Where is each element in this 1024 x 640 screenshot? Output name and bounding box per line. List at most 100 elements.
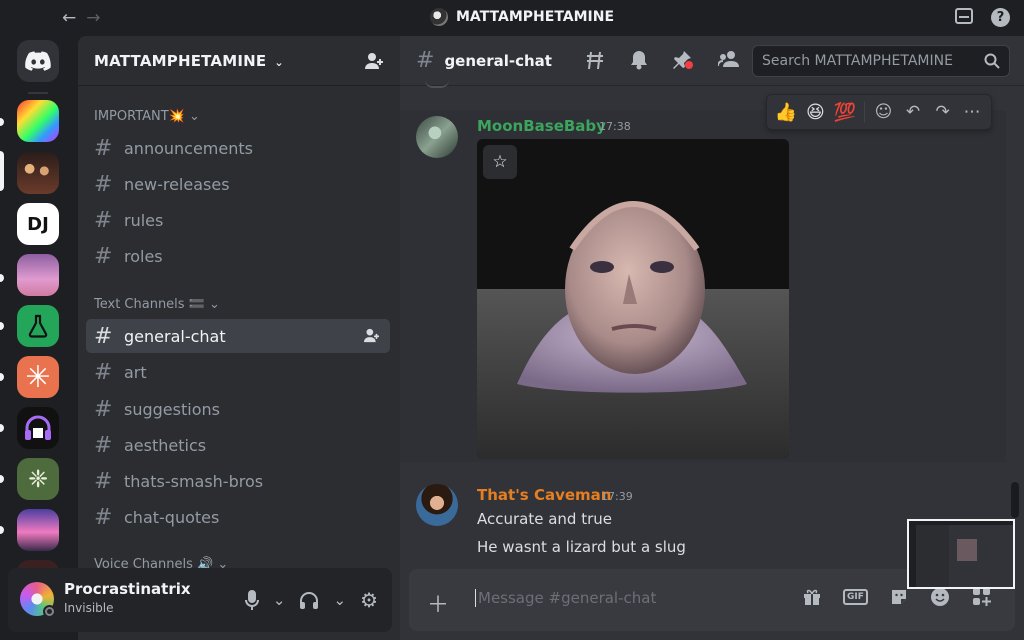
author-name: That's Caveman: [477, 486, 612, 504]
thats-caveman-avatar[interactable]: [416, 484, 458, 526]
forward-arrow-icon[interactable]: →: [86, 8, 100, 28]
hash-icon: #: [94, 135, 113, 161]
channel-label: roles: [124, 246, 163, 266]
server-icon-positive[interactable]: [17, 100, 59, 142]
settings-gear-icon[interactable]: ⚙: [360, 588, 378, 612]
add-reaction-icon[interactable]: ☺: [871, 102, 897, 122]
username[interactable]: Procrastinatrix: [64, 580, 191, 598]
mic-options-chevron-icon[interactable]: ⌄: [273, 591, 286, 609]
hash-icon: #: [94, 504, 113, 530]
gift-icon[interactable]: [803, 588, 821, 606]
gif-icon[interactable]: GIF: [843, 589, 868, 605]
server-icon-headphones[interactable]: [17, 407, 59, 449]
category-label: IMPORTANT💥: [94, 109, 185, 124]
message-line: He wasnt a lizard but a slug: [477, 538, 686, 556]
hash-icon: #: [94, 468, 113, 494]
reaction-thumbs-up[interactable]: 👍: [773, 102, 799, 123]
channel-thats-smash-bros[interactable]: # thats-smash-bros: [86, 464, 390, 498]
category-text-channels[interactable]: Text Channels 🟰 ⌄: [94, 297, 220, 312]
audio-options-chevron-icon[interactable]: ⌄: [333, 591, 346, 609]
back-arrow-icon[interactable]: ←: [62, 8, 76, 28]
forward-icon[interactable]: ↷: [930, 102, 956, 122]
scrollbar-thumb[interactable]: [1011, 482, 1019, 518]
channel-label: aesthetics: [124, 435, 207, 455]
thumb-sidebar: [916, 525, 949, 587]
server-header[interactable]: MATTAMPHETAMINE ⌄: [78, 36, 400, 86]
headphones-icon: [25, 415, 51, 440]
channel-label: chat-quotes: [124, 507, 220, 527]
favorite-star-button[interactable]: ☆: [483, 145, 517, 179]
channel-art[interactable]: # art: [86, 355, 390, 389]
channel-label: general-chat: [124, 326, 226, 346]
author-name: MoonBaseBaby: [477, 117, 606, 135]
thumb-rail: [909, 521, 916, 587]
channel-rules[interactable]: # rules: [86, 203, 390, 237]
headphones-icon[interactable]: [299, 591, 319, 609]
category-important[interactable]: IMPORTANT💥 ⌄: [94, 109, 200, 124]
hash-icon: #: [94, 171, 113, 197]
emoji-icon[interactable]: [930, 587, 950, 607]
unread-pill: [0, 526, 4, 534]
star-icon: ☆: [492, 152, 508, 172]
home-button[interactable]: [17, 40, 59, 82]
reaction-hundred[interactable]: 💯: [832, 102, 858, 123]
threads-icon[interactable]: [584, 50, 606, 70]
previous-message-avatar: [425, 80, 449, 88]
header-actions: [584, 50, 740, 70]
image-attachment[interactable]: ☆: [477, 139, 789, 459]
author-thats-caveman[interactable]: That's Caveman: [477, 486, 611, 504]
member-list-icon[interactable]: [718, 50, 740, 68]
channel-suggestions[interactable]: # suggestions: [86, 392, 390, 426]
notification-bell-icon[interactable]: [630, 50, 648, 70]
server-icon-sunset[interactable]: [17, 509, 59, 551]
message-timestamp: 17:38: [599, 120, 631, 133]
moonbasebaby-avatar[interactable]: [416, 116, 458, 158]
more-options-icon[interactable]: ⋯: [959, 102, 985, 122]
user-status: Invisible: [64, 601, 114, 615]
voice-controls: ⌄ ⌄ ⚙: [244, 588, 378, 612]
invisible-status-icon: [43, 605, 56, 618]
channel-label: new-releases: [124, 174, 230, 194]
channel-chat-quotes[interactable]: # chat-quotes: [86, 500, 390, 534]
hash-icon: #: [94, 323, 113, 349]
reply-icon[interactable]: ↶: [900, 102, 926, 122]
selected-pill: [0, 151, 4, 191]
hash-icon: #: [416, 48, 435, 73]
inbox-icon[interactable]: [955, 8, 973, 24]
history-nav: ← →: [62, 8, 111, 28]
unread-pill: [0, 118, 4, 126]
author-moonbasebaby[interactable]: MoonBaseBaby: [477, 117, 606, 135]
server-icon-pink-photo[interactable]: [17, 254, 59, 296]
screenshot-thumbnail[interactable]: [907, 519, 1015, 589]
channel-aesthetics[interactable]: # aesthetics: [86, 428, 390, 462]
channel-general-chat[interactable]: # general-chat: [86, 319, 390, 353]
channel-announcements[interactable]: # announcements: [86, 131, 390, 165]
reaction-laughing[interactable]: 😆: [803, 102, 829, 123]
server-rail: DJ ✳ ❈: [0, 36, 76, 640]
server-avatar-icon: [430, 8, 448, 26]
user-panel: Procrastinatrix Invisible ⌄ ⌄ ⚙: [8, 568, 392, 632]
search-box[interactable]: Search MATTAMPHETAMINE: [752, 45, 1010, 77]
toolbar-divider: [863, 101, 865, 123]
help-icon[interactable]: ?: [991, 8, 1010, 27]
channel-roles[interactable]: # roles: [86, 239, 390, 273]
chevron-down-icon: ⌄: [189, 109, 200, 124]
sticker-icon[interactable]: [890, 588, 908, 606]
message-input[interactable]: Message #general-chat: [475, 589, 656, 607]
server-icon-group-photo[interactable]: [17, 152, 59, 194]
hash-icon: #: [94, 359, 113, 385]
invite-people-icon[interactable]: [364, 52, 384, 70]
channel-new-releases[interactable]: # new-releases: [86, 167, 390, 201]
server-icon-ascii[interactable]: ❈: [17, 458, 59, 500]
channel-label: announcements: [124, 138, 253, 158]
server-name: MATTAMPHETAMINE: [94, 51, 267, 70]
pinned-messages-icon[interactable]: [672, 50, 694, 70]
apps-icon[interactable]: [972, 587, 992, 607]
upload-plus-icon[interactable]: ＋: [427, 587, 449, 619]
discord-logo-icon: [25, 51, 51, 71]
microphone-icon[interactable]: [244, 590, 259, 610]
create-invite-icon[interactable]: [363, 328, 380, 343]
server-icon-flask[interactable]: [17, 305, 59, 347]
server-icon-dj[interactable]: DJ: [17, 203, 59, 245]
server-icon-asterisk[interactable]: ✳: [17, 356, 59, 398]
